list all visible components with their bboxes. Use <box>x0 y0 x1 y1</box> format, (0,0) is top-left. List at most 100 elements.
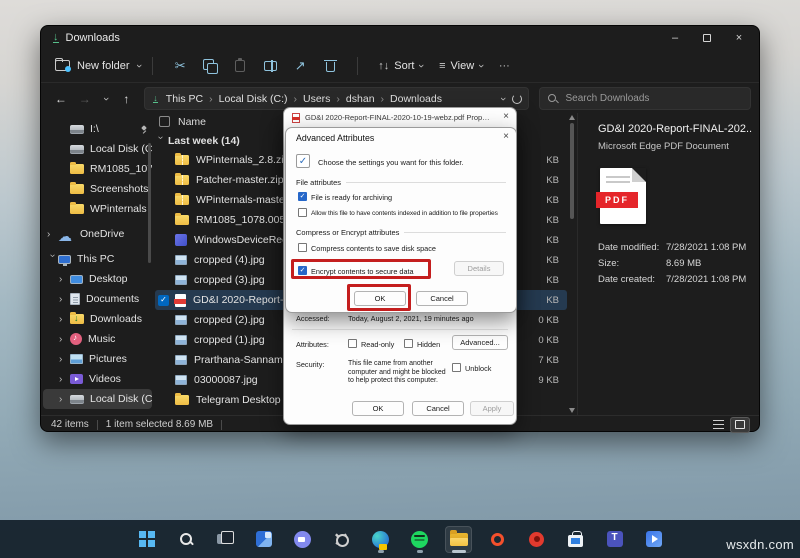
sidebar-item[interactable]: › Videos <box>43 369 152 389</box>
sidebar-item[interactable]: › This PC <box>43 249 152 269</box>
forward-button[interactable]: → <box>73 87 97 111</box>
sidebar-item[interactable]: › RM1085_1078.0 <box>43 159 152 179</box>
dialog-close-button[interactable]: × <box>503 111 509 122</box>
large-icons-view-button[interactable] <box>731 417 749 432</box>
sidebar-scrollbar[interactable] <box>148 143 151 263</box>
chevron-icon[interactable]: › <box>59 394 70 405</box>
sidebar-item[interactable]: › Local Disk (C:) <box>43 389 152 409</box>
scroll-up-icon[interactable] <box>569 115 575 120</box>
properties-cancel-button[interactable]: Cancel <box>412 401 464 416</box>
breadcrumb-item[interactable]: dshan <box>346 93 390 105</box>
archiving-checkbox[interactable]: ✓ <box>298 192 307 201</box>
more-options-button[interactable]: ··· <box>499 60 510 72</box>
taskbar-edge-icon[interactable] <box>367 526 394 553</box>
sidebar-item[interactable]: › Downloads <box>43 309 152 329</box>
unblock-checkbox[interactable] <box>452 363 461 372</box>
sidebar-item[interactable]: › Local Disk (C:) <box>43 139 152 159</box>
details-button[interactable]: Details <box>454 261 504 276</box>
taskbar-start-icon[interactable] <box>133 526 160 553</box>
scroll-down-icon[interactable] <box>569 408 575 413</box>
taskbar-file-explorer-icon[interactable] <box>445 525 472 553</box>
share-button[interactable]: ↗ <box>285 53 315 79</box>
taskbar-store-icon[interactable] <box>562 526 589 553</box>
readonly-checkbox[interactable] <box>348 339 357 348</box>
advanced-cancel-button[interactable]: Cancel <box>416 291 468 306</box>
properties-apply-button[interactable]: Apply <box>470 401 514 416</box>
taskbar-opera-icon[interactable] <box>523 526 550 553</box>
sidebar-item[interactable]: › Music <box>43 329 152 349</box>
recent-locations-icon[interactable]: › <box>100 97 112 101</box>
close-button[interactable]: × <box>723 26 755 49</box>
breadcrumb-item[interactable]: Downloads <box>390 93 454 105</box>
encrypt-checkbox[interactable]: ✓ <box>298 266 307 275</box>
search-icon <box>548 93 558 104</box>
maximize-button[interactable] <box>691 26 723 49</box>
advanced-button[interactable]: Advanced... <box>452 335 508 350</box>
chevron-icon[interactable]: › <box>59 354 70 365</box>
compress-checkbox[interactable] <box>298 243 307 252</box>
chevron-icon[interactable]: › <box>47 254 58 265</box>
breadcrumb-item[interactable]: Users <box>303 93 346 105</box>
sidebar-item[interactable]: › Pictures <box>43 349 152 369</box>
advanced-ok-button[interactable]: OK <box>354 291 406 306</box>
chevron-icon[interactable]: › <box>59 334 70 345</box>
chevron-icon[interactable]: › <box>59 274 70 285</box>
row-checkbox[interactable]: ✓ <box>158 294 169 306</box>
file-list-scrollbar[interactable] <box>568 113 576 415</box>
documents-icon <box>70 293 80 305</box>
cut-button[interactable]: ✂ <box>165 53 195 79</box>
minimize-button[interactable]: – <box>659 26 691 49</box>
details-view-button[interactable] <box>709 418 727 432</box>
navigation-pane: › I:\ › Local Disk (C:) <box>41 113 154 415</box>
select-all-checkbox[interactable] <box>159 116 170 127</box>
file-name: 03000087.jpg <box>194 374 258 386</box>
taskbar-search-icon[interactable] <box>172 526 199 553</box>
detail-value: 8.69 MB <box>666 258 702 269</box>
group-collapse-icon[interactable]: › <box>155 136 166 147</box>
hidden-checkbox[interactable] <box>404 339 413 348</box>
taskbar-spotify-icon[interactable] <box>406 526 433 553</box>
taskbar-task-view-icon[interactable] <box>211 526 238 553</box>
new-folder-label: New folder <box>77 59 130 72</box>
sidebar-item[interactable]: › Screenshots <box>43 179 152 199</box>
taskbar-movies-tv-icon[interactable] <box>640 526 667 553</box>
sort-button[interactable]: ↑↓ Sort › <box>378 60 427 72</box>
sidebar-item[interactable]: › Desktop <box>43 269 152 289</box>
search-input[interactable]: Search Downloads <box>539 87 751 110</box>
sidebar-item[interactable]: › WPinternals <box>43 199 152 219</box>
indexing-checkbox[interactable] <box>298 208 307 217</box>
delete-button[interactable] <box>315 53 345 79</box>
breadcrumb-item[interactable]: This PC <box>166 93 219 105</box>
back-button[interactable]: ← <box>49 87 73 111</box>
sidebar-item[interactable]: › Documents <box>43 289 152 309</box>
sidebar-item[interactable]: › OneDrive <box>43 224 152 244</box>
taskbar-teams-icon[interactable] <box>601 526 628 553</box>
chevron-icon[interactable]: › <box>59 294 70 305</box>
view-button[interactable]: ≡ View › <box>439 60 487 72</box>
taskbar-widgets-icon[interactable] <box>250 526 277 553</box>
rename-button[interactable] <box>255 53 285 79</box>
up-button[interactable]: ↑ <box>114 87 138 111</box>
chevron-icon[interactable]: › <box>59 374 70 385</box>
taskbar-brave-icon[interactable] <box>484 526 511 553</box>
refresh-icon[interactable] <box>512 93 523 104</box>
taskbar-settings-icon[interactable] <box>328 526 355 553</box>
sidebar-item[interactable]: › I:\ <box>43 119 152 139</box>
copy-button[interactable] <box>195 53 225 79</box>
address-dropdown-icon[interactable]: › <box>497 97 509 101</box>
file-size: KB <box>546 214 559 226</box>
window-title: Downloads <box>65 31 120 44</box>
chevron-icon[interactable]: › <box>59 314 70 325</box>
taskbar-chat-icon[interactable] <box>289 526 316 553</box>
properties-ok-button[interactable]: OK <box>352 401 404 416</box>
task-view-icon <box>216 531 234 547</box>
chevron-icon[interactable]: › <box>47 229 58 240</box>
dialog-close-button[interactable]: × <box>503 131 509 142</box>
paste-button[interactable] <box>225 53 255 79</box>
scrollbar-thumb[interactable] <box>570 123 574 219</box>
pdf-file-icon: PDF <box>596 168 646 224</box>
name-column-header[interactable]: Name <box>178 116 206 128</box>
large-icons-view-icon <box>735 420 745 429</box>
new-folder-button[interactable]: New folder › <box>55 57 144 72</box>
breadcrumb-item[interactable]: Local Disk (C:) <box>219 93 303 105</box>
